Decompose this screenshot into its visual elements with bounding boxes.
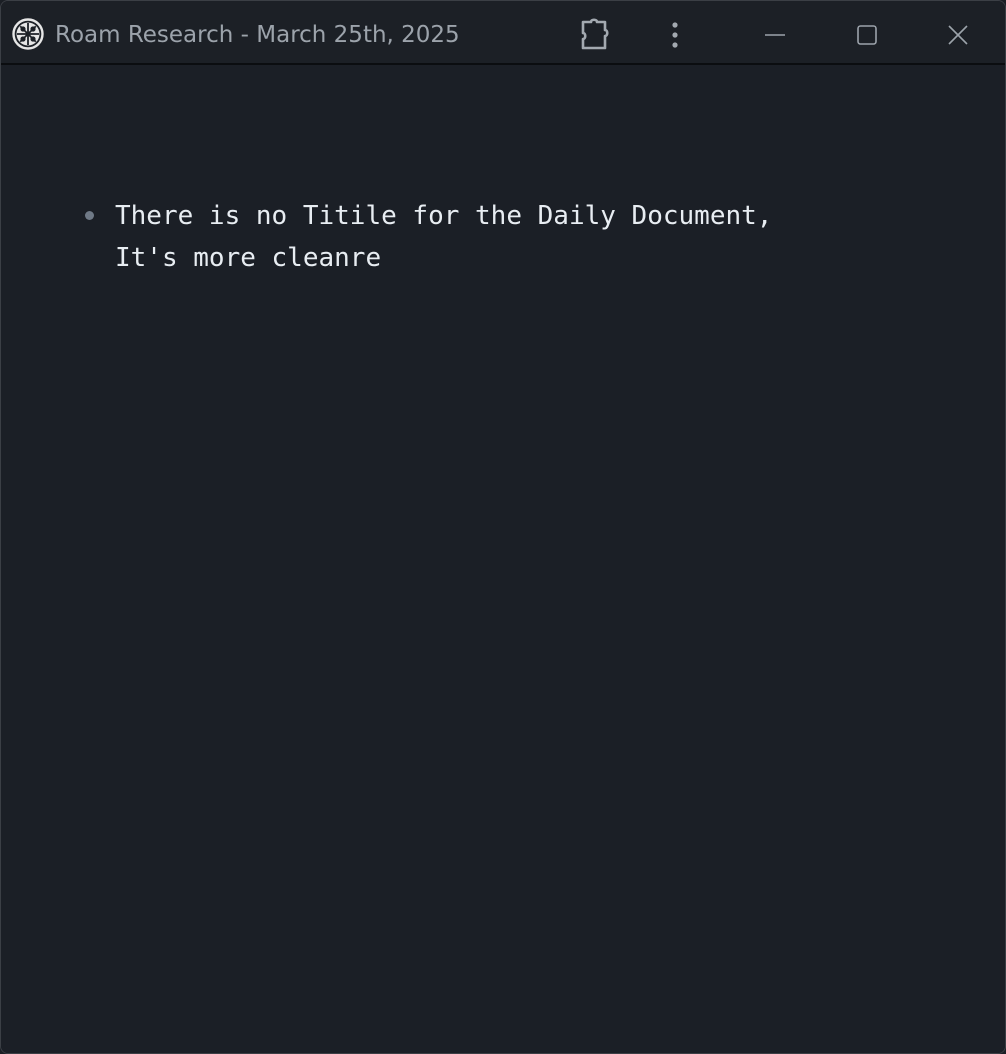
roam-logo-icon[interactable] (12, 18, 44, 50)
more-options-button[interactable] (655, 15, 695, 55)
title-bar[interactable]: Roam Research - March 25th, 2025 (1, 1, 1005, 65)
close-button[interactable] (938, 15, 978, 55)
window-title: Roam Research - March 25th, 2025 (55, 22, 460, 48)
page-content[interactable]: There is no Titile for the Daily Documen… (1, 67, 1005, 1053)
maximize-icon (857, 25, 877, 45)
puzzle-piece-icon (581, 18, 609, 50)
minimize-icon (765, 34, 785, 36)
extensions-button[interactable] (576, 15, 616, 55)
maximize-button[interactable] (847, 15, 887, 55)
block-text[interactable]: There is no Titile for the Daily Documen… (115, 195, 835, 279)
minimize-button[interactable] (755, 15, 795, 55)
app-window: Roam Research - March 25th, 2025 There i… (0, 0, 1006, 1054)
close-icon (948, 25, 968, 45)
vertical-dots-icon (672, 22, 678, 48)
block-bullet[interactable] (85, 211, 94, 220)
